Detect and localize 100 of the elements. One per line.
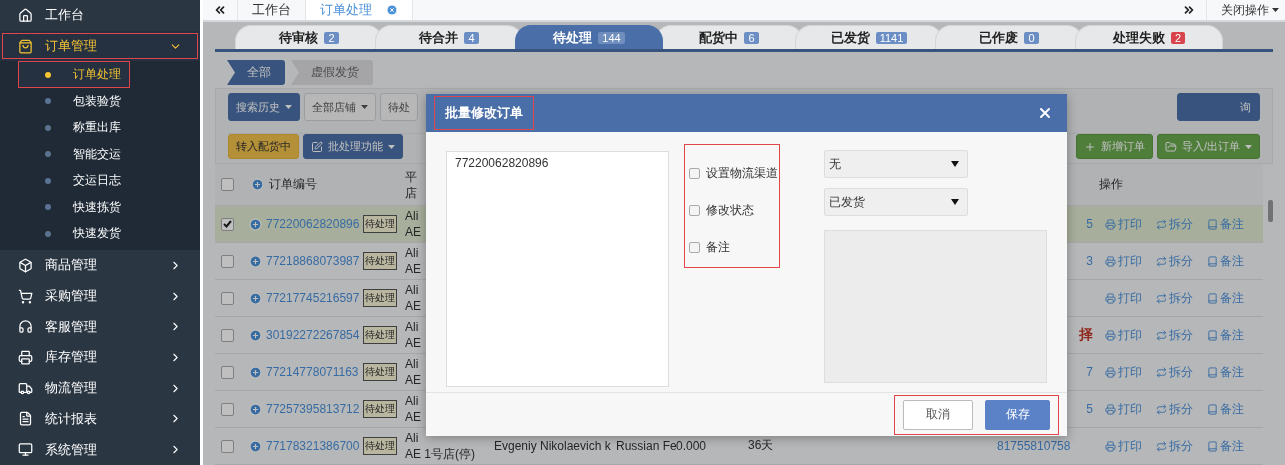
toolbar-button[interactable]: 批处理功能 — [303, 134, 403, 159]
action-link[interactable]: 打印 — [1105, 437, 1142, 455]
sidebar-subitem[interactable]: 智能交运 — [0, 140, 200, 168]
action-link[interactable]: 打印 — [1105, 289, 1142, 307]
scrollbar-thumb[interactable] — [1268, 200, 1273, 222]
plus-icon — [1083, 140, 1096, 153]
sidebar-item[interactable]: 订单管理 — [0, 30, 200, 62]
order-link[interactable]: 77214778071163 — [266, 365, 359, 379]
action-link[interactable]: 拆分 — [1156, 437, 1193, 455]
cancel-button[interactable]: 取消 — [903, 399, 973, 430]
repeat-icon — [1156, 218, 1167, 230]
sidebar-item[interactable]: 采购管理 — [0, 280, 200, 312]
sidebar-item[interactable]: 商品管理 — [0, 249, 200, 281]
table-cell-text: Ali AE — [404, 356, 422, 388]
order-link[interactable]: 30192272267854 — [266, 328, 360, 342]
close-button[interactable] — [1037, 105, 1053, 121]
action-link[interactable]: 备注 — [1207, 437, 1244, 455]
action-link[interactable]: 打印 — [1105, 400, 1142, 418]
status-tag: 待处理 — [363, 400, 398, 418]
action-link[interactable]: 打印 — [1105, 363, 1142, 381]
select-field[interactable]: 无 — [824, 150, 968, 178]
action-link[interactable]: 备注 — [1207, 400, 1244, 418]
action-link[interactable]: 打印 — [1105, 252, 1142, 270]
checkbox[interactable] — [689, 242, 701, 253]
option-checkbox[interactable]: 设置物流渠道 — [689, 155, 779, 192]
toolbar-button[interactable]: 询 — [1177, 93, 1260, 121]
table-cell-text: 36天 — [748, 437, 774, 454]
action-link[interactable]: 备注 — [1207, 326, 1244, 344]
close-icon[interactable] — [386, 4, 398, 16]
checkbox[interactable] — [221, 291, 234, 305]
sidebar-subitem[interactable]: 快速拣货 — [0, 193, 200, 221]
plus-circle-icon[interactable] — [249, 328, 262, 342]
plus-circle-icon[interactable] — [249, 254, 262, 268]
column-header[interactable]: 订单编号 — [245, 176, 403, 193]
book-icon — [1207, 255, 1218, 267]
filter-tab[interactable]: 虚假发货 — [291, 60, 373, 85]
sidebar-item[interactable]: 统计报表 — [0, 403, 200, 435]
checkbox[interactable] — [221, 178, 234, 191]
action-link[interactable]: 拆分 — [1156, 400, 1193, 418]
sidebar-subitem[interactable]: 交运日志 — [0, 167, 200, 194]
plus-circle-icon[interactable] — [249, 365, 262, 379]
checkbox[interactable] — [689, 205, 701, 216]
printer-icon — [1105, 255, 1116, 267]
select-field[interactable]: 已发货 — [824, 188, 968, 216]
repeat-icon — [1156, 403, 1167, 415]
plus-circle-icon[interactable] — [249, 439, 262, 453]
action-link[interactable]: 备注 — [1207, 363, 1244, 381]
bag-icon — [18, 38, 33, 54]
close-menu[interactable]: 关闭操作 — [1207, 0, 1285, 20]
sidebar-item[interactable]: 物流管理 — [0, 372, 200, 404]
option-checkbox[interactable]: 修改状态 — [689, 192, 779, 229]
checkbox[interactable] — [221, 439, 234, 453]
checkbox[interactable] — [221, 217, 234, 231]
sidebar-subitem[interactable]: 称重出库 — [0, 114, 200, 141]
checkbox[interactable] — [689, 168, 701, 179]
toolbar-button[interactable]: 新增订单 — [1075, 134, 1153, 159]
save-button[interactable]: 保存 — [985, 399, 1050, 430]
sidebar-item[interactable]: 客服管理 — [0, 311, 200, 343]
action-link[interactable]: 拆分 — [1156, 252, 1193, 270]
sidebar-subitem[interactable]: 订单处理 — [18, 61, 130, 88]
option-checkbox[interactable]: 备注 — [689, 229, 779, 266]
home-icon — [18, 7, 33, 23]
action-link[interactable]: 拆分 — [1156, 289, 1193, 307]
sidebar-item[interactable]: 系统管理 — [0, 434, 200, 465]
order-link[interactable]: 77218868073987 — [266, 254, 360, 268]
sidebar-item[interactable]: 工作台 — [0, 0, 200, 31]
plus-circle-icon[interactable] — [249, 291, 262, 305]
sidebar-subitem[interactable]: 包装验货 — [0, 87, 200, 115]
order-link[interactable]: 77178321386700 — [266, 439, 360, 453]
action-link[interactable]: 备注 — [1207, 289, 1244, 307]
order-link[interactable]: 77257395813712 — [266, 402, 360, 416]
order-link[interactable]: 77217745216597 — [266, 291, 360, 305]
order-numbers-field[interactable]: 77220062820896 — [446, 151, 670, 387]
plus-circle-icon[interactable] — [249, 217, 262, 231]
status-tag: 待处理 — [363, 215, 398, 233]
bullet-icon — [45, 98, 51, 105]
checkbox[interactable] — [221, 254, 234, 268]
table-cell: 5 — [1086, 216, 1093, 232]
action-link[interactable]: 拆分 — [1156, 363, 1193, 381]
filter-tab[interactable]: 全部 — [227, 60, 285, 85]
status-tab[interactable]: 处理失败 2 — [1075, 25, 1223, 49]
action-link[interactable]: 备注 — [1207, 252, 1244, 270]
checkbox[interactable] — [221, 402, 234, 416]
toolbar-button[interactable]: 全部店铺 — [304, 93, 376, 121]
checkbox[interactable] — [221, 328, 234, 342]
sidebar-subitem[interactable]: 快速发货 — [0, 220, 200, 247]
toolbar-button[interactable]: 待处 — [380, 93, 418, 121]
toolbar-button[interactable]: 搜索历史 — [228, 93, 300, 121]
plus-circle-icon[interactable] — [249, 402, 262, 416]
toolbar-button[interactable]: 导入/出订单 — [1156, 134, 1260, 159]
sidebar-item[interactable]: 库存管理 — [0, 342, 200, 373]
toolbar-button[interactable]: 转入配货中 — [228, 134, 299, 159]
status-tab[interactable]: 待处理 144 — [515, 25, 663, 49]
action-link[interactable]: 拆分 — [1156, 326, 1193, 344]
status-tag: 待处理 — [363, 252, 398, 270]
checkbox[interactable] — [221, 365, 234, 379]
printer-icon — [1105, 403, 1116, 415]
bullet-icon — [45, 124, 51, 131]
action-link[interactable]: 打印 — [1105, 326, 1142, 344]
page-tab[interactable]: 订单处理 — [306, 0, 413, 20]
